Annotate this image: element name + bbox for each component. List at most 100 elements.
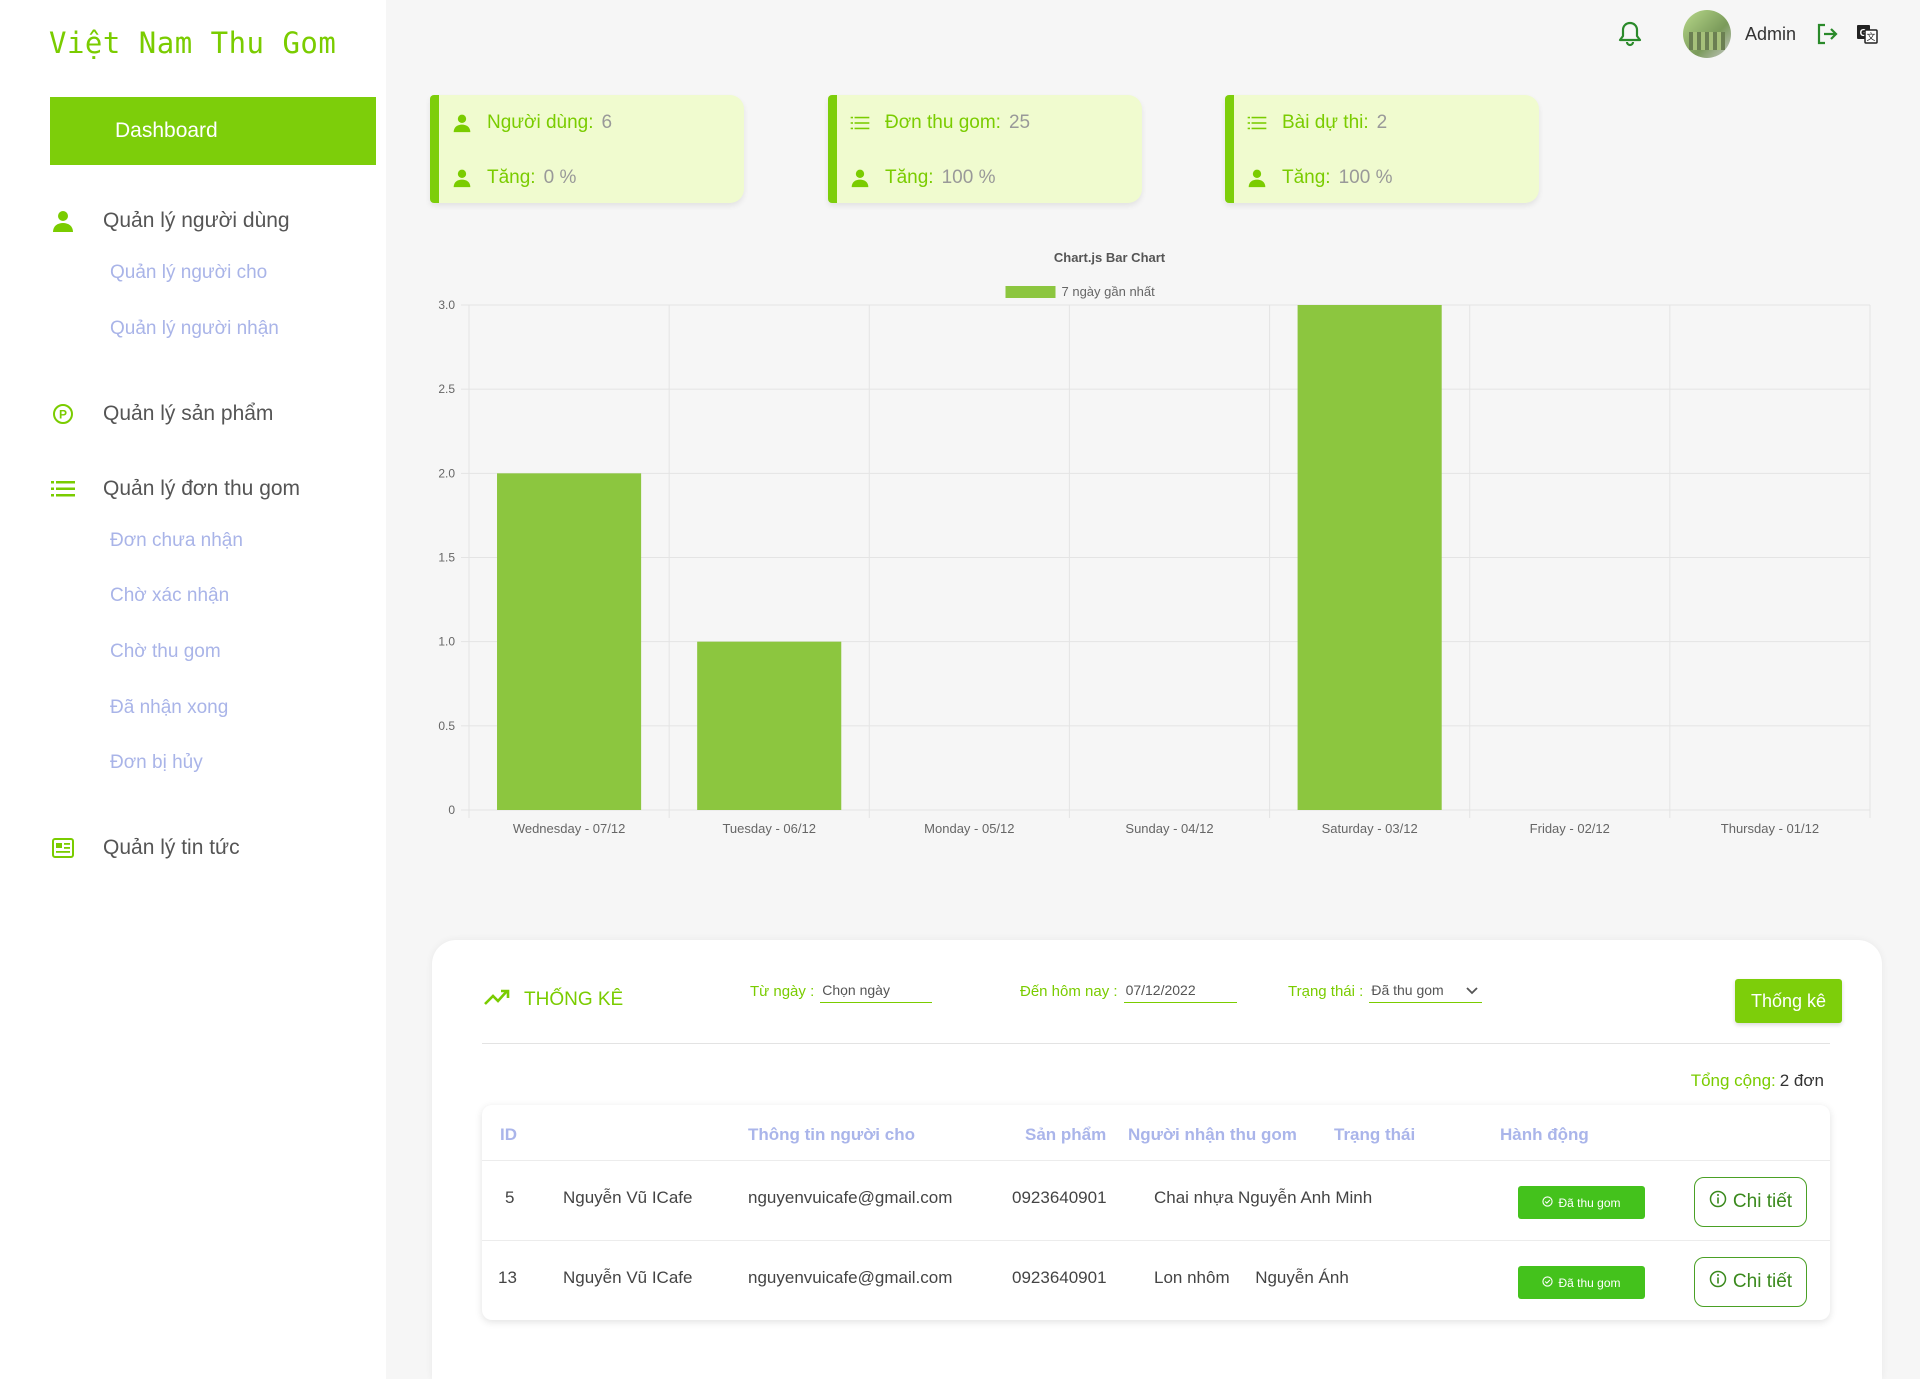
check-circle-icon — [1542, 1275, 1554, 1290]
status-badge: Đã thu gom — [1518, 1266, 1645, 1299]
sidebar-subitem-completed[interactable]: Đã nhận xong — [110, 697, 228, 719]
table-header-product: Sản phẩm — [1025, 1125, 1107, 1144]
user-icon — [451, 167, 473, 189]
filter-from: Từ ngày : Chọn ngày — [750, 982, 933, 1003]
filter-to: Đến hôm nay : 07/12/2022 — [1020, 982, 1237, 1003]
sidebar-item-label: Quản lý tin tức — [103, 836, 240, 859]
detail-button[interactable]: Chi tiết — [1694, 1177, 1807, 1227]
user-icon — [50, 208, 76, 234]
status-select[interactable]: Đã thu gom — [1369, 982, 1483, 1003]
status-badge-text: Đã thu gom — [1558, 1195, 1621, 1210]
card-label: Bài dự thi: — [1282, 112, 1369, 133]
list-icon — [1246, 112, 1268, 134]
product-icon: P — [50, 401, 76, 427]
table-header-status: Trạng thái — [1334, 1125, 1416, 1144]
x-tick-label: Saturday - 03/12 — [1322, 821, 1418, 836]
bell-icon[interactable] — [1617, 21, 1643, 47]
cell-id: 13 — [498, 1268, 517, 1287]
cell-email: nguyenvuicafe@gmail.com — [748, 1268, 953, 1287]
info-icon — [1709, 1270, 1727, 1294]
table-row: 5 Nguyễn Vũ ICafe nguyenvuicafe@gmail.co… — [482, 1160, 1830, 1240]
bar-chart: Chart.js Bar Chart 7 ngày gần nhất 0 0.5 1.0… — [420, 240, 1890, 860]
cell-name: Nguyễn Vũ ICafe — [563, 1268, 693, 1287]
card-label: Tăng: — [487, 167, 536, 188]
to-date-input[interactable]: 07/12/2022 — [1123, 982, 1237, 1003]
brand-logo[interactable]: Việt Nam Thu Gom — [49, 26, 336, 60]
sidebar-item-news[interactable]: Quản lý tin tức — [50, 835, 240, 861]
detail-button-label: Chi tiết — [1732, 1191, 1793, 1212]
detail-button-label: Chi tiết — [1732, 1271, 1793, 1292]
sidebar-item-label: Quản lý người dùng — [103, 209, 290, 232]
y-tick-label: 0.5 — [438, 719, 455, 733]
card-value: 2 — [1376, 112, 1388, 133]
sidebar-subitem-givers[interactable]: Quản lý người cho — [110, 262, 267, 284]
card-value: 6 — [601, 112, 613, 133]
x-tick-label: Tuesday - 06/12 — [722, 821, 815, 836]
stat-card-orders: Đơn thu gom: 25 Tăng: 100 % — [828, 95, 1142, 203]
sidebar-subitem-cancelled[interactable]: Đơn bị hủy — [110, 752, 203, 774]
card-value: 25 — [1008, 112, 1031, 133]
y-tick-label: 1.5 — [438, 551, 455, 565]
filter-status: Trạng thái : Đã thu gom — [1288, 982, 1483, 1003]
x-tick-label: Wednesday - 07/12 — [513, 821, 626, 836]
sidebar-item-orders[interactable]: Quản lý đơn thu gom — [50, 476, 300, 502]
cell-name: Nguyễn Vũ ICafe — [563, 1188, 693, 1207]
y-tick-label: 1.0 — [438, 635, 455, 649]
table-header-id: ID — [500, 1125, 517, 1144]
list-icon — [50, 476, 76, 502]
bar-chart-svg: Chart.js Bar Chart 7 ngày gần nhất 0 0.5 1.0… — [438, 250, 1871, 836]
statistics-button[interactable]: Thống kê — [1735, 979, 1842, 1023]
sidebar-item-users[interactable]: Quản lý người dùng — [50, 208, 290, 234]
sidebar-item-products[interactable]: P Quản lý sản phẩm — [50, 401, 273, 427]
detail-button[interactable]: Chi tiết — [1694, 1257, 1807, 1307]
sidebar: Việt Nam Thu Gom Dashboard Quản lý người… — [0, 0, 386, 1379]
status-badge: Đã thu gom — [1518, 1186, 1645, 1219]
filter-to-label: Đến hôm nay : — [1020, 983, 1118, 1000]
user-icon — [451, 112, 473, 134]
x-tick-label: Monday - 05/12 — [924, 821, 1014, 836]
table-header-action: Hành động — [1500, 1125, 1589, 1144]
total-count: Tổng cộng: 2 đơn — [1691, 1071, 1824, 1091]
stat-card-contests: Bài dự thi: 2 Tăng: 100 % — [1225, 95, 1539, 203]
cell-product: Lon nhôm — [1154, 1268, 1230, 1287]
card-label: Tăng: — [885, 167, 934, 188]
table-row: 13 Nguyễn Vũ ICafe nguyenvuicafe@gmail.c… — [482, 1240, 1830, 1320]
sidebar-subitem-awaiting-confirm[interactable]: Chờ xác nhận — [110, 585, 229, 607]
sidebar-subitem-awaiting-collect[interactable]: Chờ thu gom — [110, 641, 221, 663]
legend-swatch — [1005, 286, 1056, 298]
total-value: 2 đơn — [1779, 1071, 1824, 1090]
stats-title-text: THỐNG KÊ — [524, 989, 624, 1010]
x-tick-label: Sunday - 04/12 — [1125, 821, 1213, 836]
stat-card-users: Người dùng: 6 Tăng: 0 % — [430, 95, 744, 203]
stats-panel: THỐNG KÊ Từ ngày : Chọn ngày Đến hôm nay… — [432, 940, 1882, 1379]
logout-icon[interactable] — [1814, 21, 1840, 47]
bar — [1297, 305, 1442, 810]
orders-table: ID Thông tin người cho Sản phẩm Người nh… — [482, 1105, 1830, 1320]
sidebar-subitem-receivers[interactable]: Quản lý người nhận — [110, 318, 279, 340]
sidebar-item-label: Quản lý sản phẩm — [103, 402, 274, 425]
trending-up-icon — [484, 988, 510, 1012]
legend-label: 7 ngày gần nhất — [1062, 284, 1156, 299]
cell-product: Chai nhựa — [1154, 1188, 1234, 1207]
divider — [482, 1043, 1830, 1044]
table-header-receiver: Người nhận thu gom — [1128, 1125, 1297, 1144]
avatar[interactable] — [1682, 10, 1731, 58]
check-circle-icon — [1542, 1195, 1554, 1210]
sidebar-subitem-unreceived[interactable]: Đơn chưa nhận — [110, 530, 243, 552]
cell-receiver: Nguyễn Anh Minh — [1238, 1188, 1373, 1207]
cell-receiver: Nguyễn Ánh — [1255, 1268, 1349, 1287]
sidebar-item-dashboard[interactable]: Dashboard — [50, 97, 376, 165]
from-date-input[interactable]: Chọn ngày — [820, 982, 933, 1003]
card-row: Đơn thu gom: 25 — [849, 112, 1030, 134]
bar — [497, 473, 642, 810]
admin-name[interactable]: Admin — [1745, 24, 1796, 45]
status-select-value: Đã thu gom — [1371, 982, 1444, 998]
y-tick-label: 3.0 — [438, 298, 455, 312]
stats-title: THỐNG KÊ — [484, 988, 623, 1012]
list-icon — [849, 112, 871, 134]
bar — [697, 641, 842, 810]
card-row: Bài dự thi: 2 — [1246, 112, 1387, 134]
translate-icon[interactable]: G文 — [1854, 21, 1880, 47]
card-value: 100 % — [1338, 167, 1393, 188]
card-row: Tăng: 100 % — [849, 167, 995, 189]
